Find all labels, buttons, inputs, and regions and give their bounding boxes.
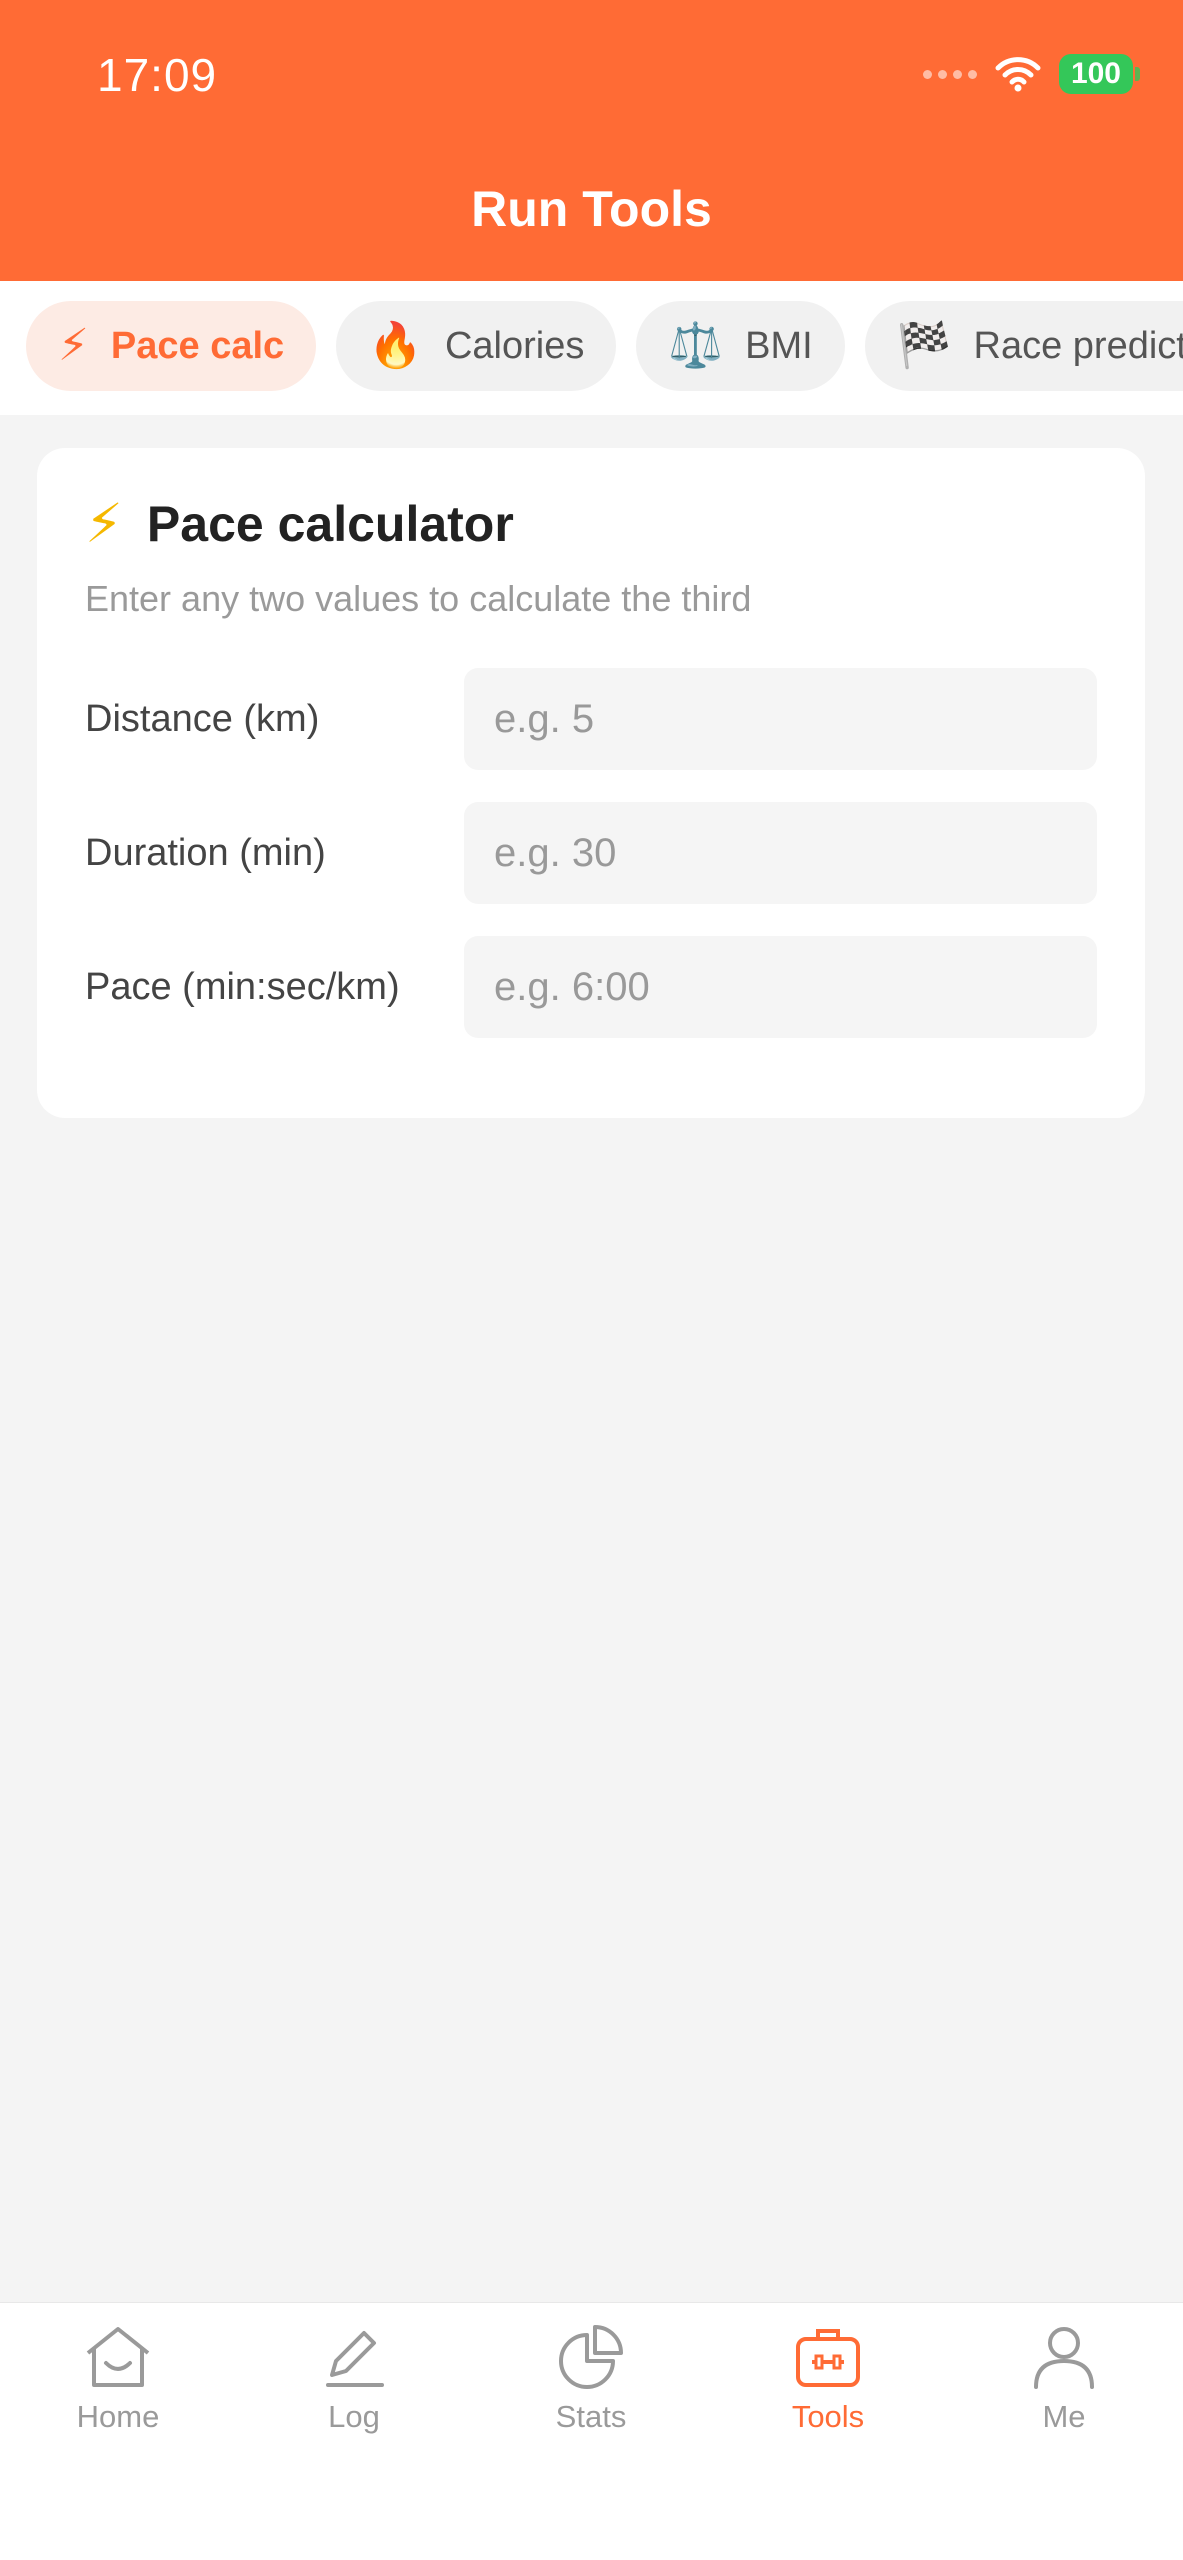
nav-label: Stats: [555, 2399, 627, 2434]
pencil-icon: [326, 2331, 384, 2387]
pace-row: Pace (min:sec/km): [85, 936, 1097, 1038]
pace-label: Pace (min:sec/km): [85, 965, 400, 1008]
tab-calories[interactable]: 🔥 Calories: [336, 301, 617, 391]
duration-label: Duration (min): [85, 831, 326, 874]
nav-label: Log: [328, 2399, 380, 2434]
status-time: 17:09: [97, 49, 218, 101]
toolbox-icon: [796, 2329, 860, 2387]
nav-stats[interactable]: Stats: [501, 2323, 681, 2435]
battery-indicator: 100: [1058, 54, 1141, 94]
status-indicators: 100: [922, 52, 1141, 96]
tab-label: BMI: [745, 324, 813, 367]
header: 17:09 100 Run Tools: [0, 0, 1183, 281]
checkered-flag-icon: 🏁: [896, 321, 952, 370]
distance-input[interactable]: [464, 668, 1097, 770]
nav-label: Tools: [791, 2399, 865, 2434]
app-root: 17:09 100 Run Tools ⚡ Pace calc 🔥 Calori…: [0, 0, 1183, 2560]
nav-home[interactable]: Home: [28, 2323, 208, 2435]
nav-label: Home: [76, 2399, 160, 2434]
tab-pace-calc[interactable]: ⚡ Pace calc: [26, 301, 317, 391]
fire-icon: 🔥: [368, 321, 423, 370]
card-subtitle: Enter any two values to calculate the th…: [85, 578, 752, 619]
distance-label: Distance (km): [85, 697, 320, 740]
tab-label: Calories: [444, 324, 585, 367]
tab-label: Race predictor: [973, 324, 1183, 367]
nav-tools[interactable]: Tools: [738, 2323, 918, 2435]
pie-chart-icon: [559, 2325, 623, 2389]
card-title: ⚡ Pace calculator: [85, 492, 514, 555]
tab-label: Pace calc: [110, 324, 285, 367]
scale-icon: ⚖️: [668, 321, 724, 370]
tool-tabs: ⚡ Pace calc 🔥 Calories ⚖️ BMI 🏁 Race pre…: [0, 281, 1183, 415]
pace-input[interactable]: [464, 936, 1097, 1038]
nav-label: Me: [1042, 2399, 1086, 2434]
duration-row: Duration (min): [85, 802, 1097, 904]
wifi-icon: [995, 57, 1041, 92]
duration-input[interactable]: [464, 802, 1097, 904]
home-icon: [86, 2327, 150, 2387]
card-title-text: Pace calculator: [146, 495, 514, 552]
lightning-icon: ⚡: [58, 321, 89, 370]
bottom-navigation: Home Log Stats Tools Me: [0, 2302, 1183, 2560]
nav-me[interactable]: Me: [974, 2323, 1154, 2435]
nav-log[interactable]: Log: [264, 2323, 444, 2435]
person-icon: [1034, 2327, 1094, 2389]
tab-race-predictor[interactable]: 🏁 Race predictor: [864, 301, 1183, 391]
tab-bmi[interactable]: ⚖️ BMI: [636, 301, 845, 391]
pace-calculator-card: ⚡ Pace calculator Enter any two values t…: [37, 448, 1145, 1118]
cellular-signal-icon: [922, 69, 977, 79]
page-title: Run Tools: [471, 181, 712, 237]
lightning-icon: ⚡: [85, 494, 123, 554]
distance-row: Distance (km): [85, 668, 1097, 770]
